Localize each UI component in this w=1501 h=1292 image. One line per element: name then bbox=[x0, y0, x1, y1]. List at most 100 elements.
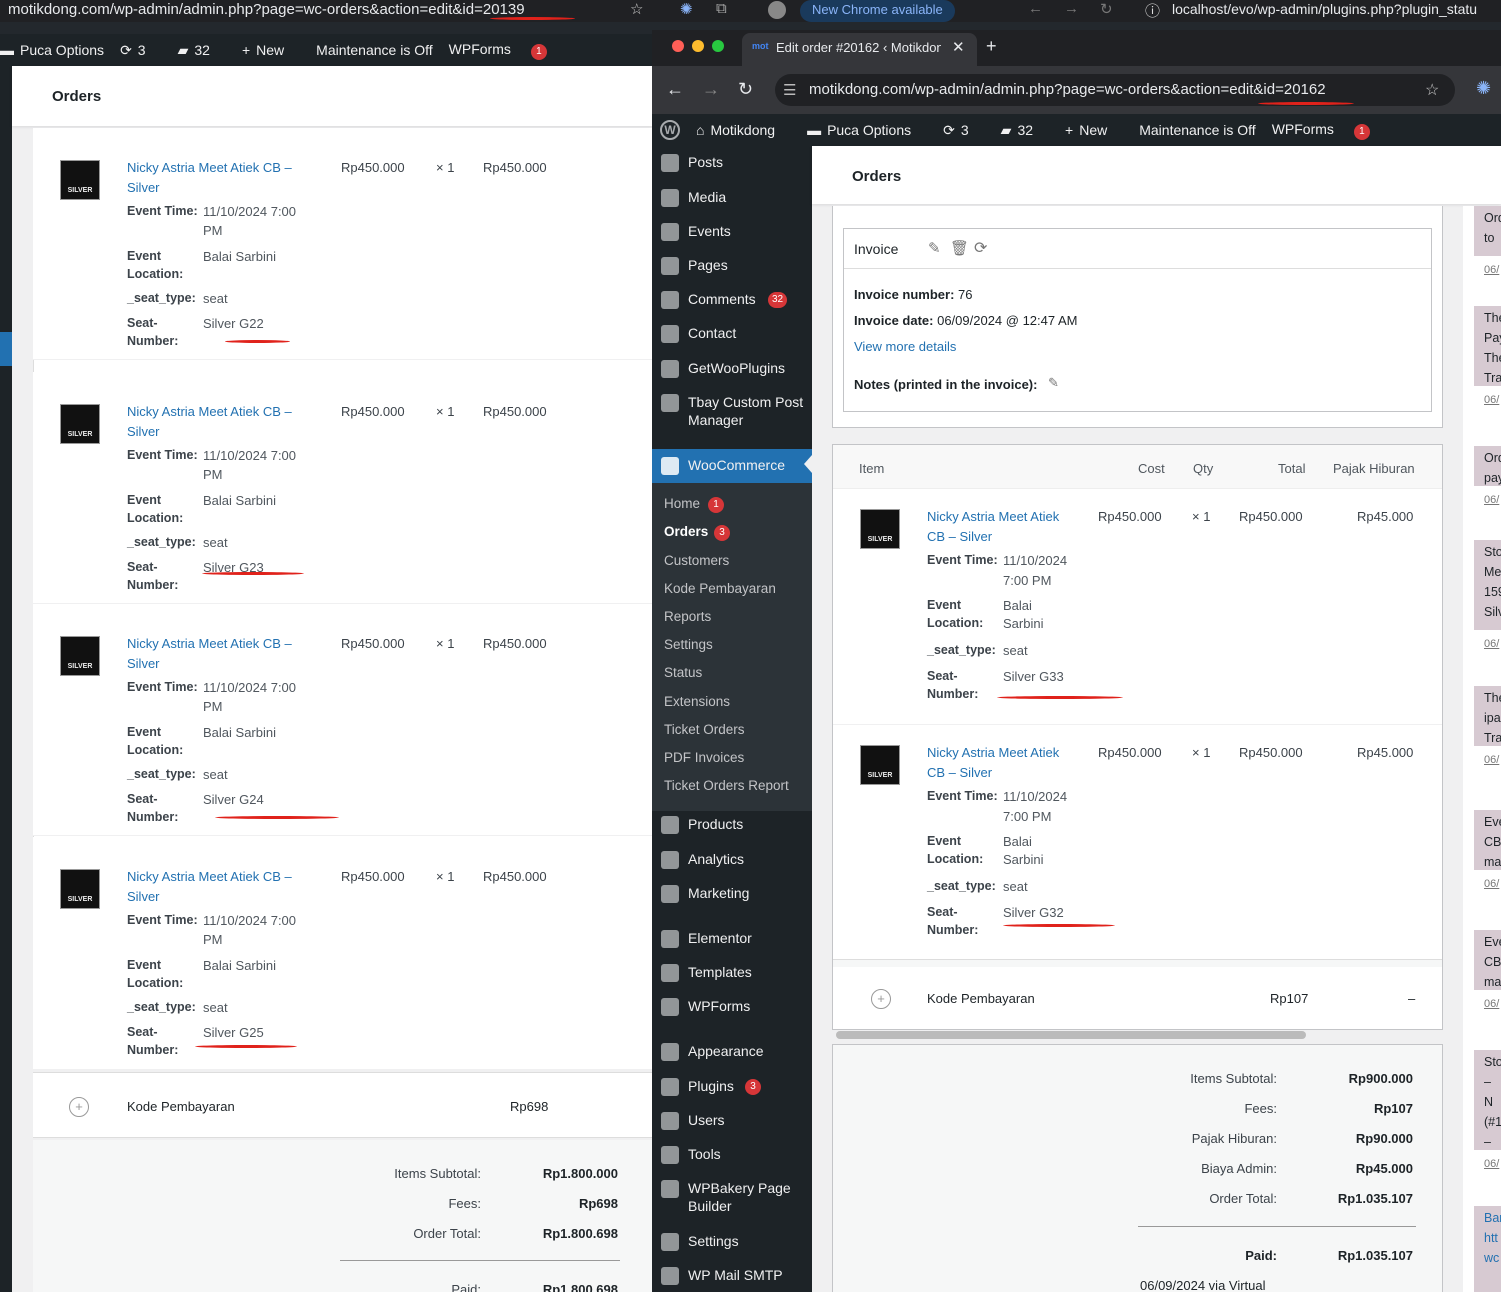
front-address-bar[interactable]: ☰ motikdong.com/wp-admin/admin.php?page=… bbox=[775, 74, 1455, 106]
totals-value: Rp698 bbox=[578, 1196, 618, 1211]
totals-value: Rp90.000 bbox=[1355, 1131, 1413, 1146]
col-total[interactable]: Total bbox=[1278, 461, 1305, 476]
totals-label: Fees: bbox=[448, 1196, 481, 1211]
other-window-url[interactable]: localhost/evo/wp-admin/plugins.php?plugi… bbox=[1172, 1, 1477, 17]
back-url-text[interactable]: motikdong.com/wp-admin/admin.php?page=wc… bbox=[8, 1, 525, 18]
new-link[interactable]: + New bbox=[242, 42, 300, 58]
new-chrome-badge[interactable]: New Chrome available bbox=[800, 0, 955, 22]
close-tab-icon[interactable]: ✕ bbox=[952, 38, 965, 56]
product-link[interactable]: Nicky Astria Meet Atiek CB – bbox=[127, 867, 292, 887]
maximize-window-icon[interactable] bbox=[712, 40, 724, 52]
bookmark-star-icon[interactable]: ☆ bbox=[630, 0, 643, 18]
col-qty[interactable]: Qty bbox=[1193, 461, 1213, 476]
forward-arrow-icon[interactable]: → bbox=[1064, 0, 1079, 17]
note-date[interactable]: 06/ bbox=[1484, 638, 1499, 650]
item-cost: Rp450.000 bbox=[341, 404, 405, 419]
extension-icon[interactable]: ✺ bbox=[680, 0, 693, 18]
product-link-line2[interactable]: CB – Silver bbox=[927, 527, 992, 547]
updates-link[interactable]: ⟳ 3 bbox=[120, 42, 162, 59]
comments-link[interactable]: ▰ 32 bbox=[1001, 122, 1049, 139]
puca-options-link[interactable]: Puca Options bbox=[20, 42, 104, 58]
submenu-pdf-invoices[interactable]: PDF Invoices bbox=[664, 750, 744, 765]
meta-label: Event bbox=[127, 249, 162, 263]
mail-icon bbox=[661, 325, 679, 343]
puca-options-link[interactable]: ▬ Puca Options bbox=[807, 122, 927, 138]
back-browser-address-bar[interactable]: motikdong.com/wp-admin/admin.php?page=wc… bbox=[0, 0, 1501, 22]
product-link-line2[interactable]: CB – Silver bbox=[927, 763, 992, 783]
note-date[interactable]: 06/ bbox=[1484, 1158, 1499, 1170]
minimize-window-icon[interactable] bbox=[692, 40, 704, 52]
note-date[interactable]: 06/ bbox=[1484, 264, 1499, 276]
submenu-ticket-orders-report[interactable]: Ticket Orders Report bbox=[664, 778, 789, 793]
updates-link[interactable]: ⟳ 3 bbox=[943, 122, 985, 139]
extension-icon[interactable]: ✺ bbox=[1476, 78, 1491, 99]
product-link[interactable]: Nicky Astria Meet Atiek CB – bbox=[127, 402, 292, 422]
reload-icon[interactable]: ↻ bbox=[1100, 0, 1113, 18]
invoice-box: Invoice ✎ 🗑 ⟳ Invoice number: 76 Invoice… bbox=[843, 228, 1432, 412]
note-date[interactable]: 06/ bbox=[1484, 494, 1499, 506]
bookmark-star-icon[interactable]: ☆ bbox=[1425, 80, 1439, 100]
menu-label: WPBakery Page Builder bbox=[688, 1180, 791, 1214]
forward-arrow-icon[interactable]: → bbox=[702, 79, 720, 100]
col-item[interactable]: Item bbox=[859, 461, 884, 476]
reload-icon[interactable]: ↻ bbox=[738, 79, 753, 100]
note-date[interactable]: 06/ bbox=[1484, 754, 1499, 766]
maintenance-status[interactable]: Maintenance is Off bbox=[1139, 122, 1255, 138]
product-link[interactable]: Nicky Astria Meet Atiek CB – bbox=[127, 634, 292, 654]
product-link-line2[interactable]: Silver bbox=[127, 887, 160, 907]
order-note: The ipa Tra bbox=[1474, 686, 1501, 746]
trash-icon[interactable]: 🗑 bbox=[950, 239, 969, 257]
note-date[interactable]: 06/ bbox=[1484, 878, 1499, 890]
info-icon[interactable]: ⓘ bbox=[1145, 0, 1160, 21]
back-arrow-icon[interactable]: ← bbox=[666, 79, 684, 100]
col-pajak-hiburan[interactable]: Pajak Hiburan bbox=[1333, 461, 1415, 476]
close-window-icon[interactable] bbox=[672, 40, 684, 52]
submenu-extensions[interactable]: Extensions bbox=[664, 694, 730, 709]
profile-avatar[interactable] bbox=[768, 1, 786, 19]
product-link-line2[interactable]: Silver bbox=[127, 178, 160, 198]
site-name-link[interactable]: ⌂ Motikdong bbox=[696, 122, 791, 138]
back-collapse-arrow-icon[interactable] bbox=[0, 332, 12, 366]
front-url-text[interactable]: motikdong.com/wp-admin/admin.php?page=wc… bbox=[809, 81, 1326, 98]
submenu-reports[interactable]: Reports bbox=[664, 609, 711, 624]
site-settings-icon[interactable]: ☰ bbox=[783, 81, 796, 99]
edit-pencil-icon[interactable]: ✎ bbox=[928, 239, 941, 257]
product-link-line2[interactable]: Silver bbox=[127, 654, 160, 674]
refresh-icon: ⟳ bbox=[120, 41, 132, 58]
wpforms-link[interactable]: WPForms 1 bbox=[1272, 121, 1386, 140]
maintenance-status[interactable]: Maintenance is Off bbox=[316, 42, 432, 58]
tab-edit-order[interactable]: mot Edit order #20162 ‹ Motikdon ✕ bbox=[742, 33, 977, 66]
add-circle-icon[interactable]: + bbox=[871, 989, 891, 1009]
submenu-kode-pembayaran[interactable]: Kode Pembayaran bbox=[664, 581, 776, 596]
add-circle-icon[interactable]: + bbox=[69, 1097, 89, 1117]
product-link[interactable]: Nicky Astria Meet Atiek CB – bbox=[127, 158, 292, 178]
submenu-orders[interactable]: Orders bbox=[664, 524, 708, 539]
new-link[interactable]: + New bbox=[1065, 122, 1123, 138]
comments-link[interactable]: ▰ 32 bbox=[178, 42, 226, 59]
product-thumbnail: SILVER bbox=[860, 509, 900, 549]
col-cost[interactable]: Cost bbox=[1138, 461, 1165, 476]
new-tab-plus-icon[interactable]: + bbox=[986, 36, 997, 57]
wordpress-logo-icon[interactable]: W bbox=[660, 120, 680, 140]
note-date[interactable]: 06/ bbox=[1484, 998, 1499, 1010]
note-date[interactable]: 06/ bbox=[1484, 394, 1499, 406]
edit-notes-pencil-icon[interactable]: ✎ bbox=[1048, 375, 1059, 391]
product-link[interactable]: Nicky Astria Meet Atiek bbox=[927, 507, 1059, 527]
horizontal-scrollbar[interactable] bbox=[836, 1031, 1306, 1039]
puzzle-icon[interactable]: ⧉ bbox=[716, 0, 727, 17]
back-arrow-icon[interactable]: ← bbox=[1028, 0, 1043, 17]
meta-label: Location: bbox=[127, 511, 184, 525]
meta-label: _seat_type: bbox=[127, 535, 196, 549]
submenu-settings[interactable]: Settings bbox=[664, 637, 713, 652]
regenerate-icon[interactable]: ⟳ bbox=[974, 238, 987, 258]
product-link[interactable]: Nicky Astria Meet Atiek bbox=[927, 743, 1059, 763]
view-more-details-link[interactable]: View more details bbox=[854, 339, 956, 354]
submenu-customers[interactable]: Customers bbox=[664, 553, 729, 568]
product-link-line2[interactable]: Silver bbox=[127, 422, 160, 442]
submenu-ticket-orders[interactable]: Ticket Orders bbox=[664, 722, 745, 737]
meta-value: Sarbini bbox=[1003, 852, 1044, 867]
submenu-status[interactable]: Status bbox=[664, 665, 702, 680]
totals-label: Biaya Admin: bbox=[1201, 1161, 1277, 1176]
wpforms-link[interactable]: WPForms 1 bbox=[449, 41, 563, 60]
submenu-home[interactable]: Home bbox=[664, 496, 700, 511]
